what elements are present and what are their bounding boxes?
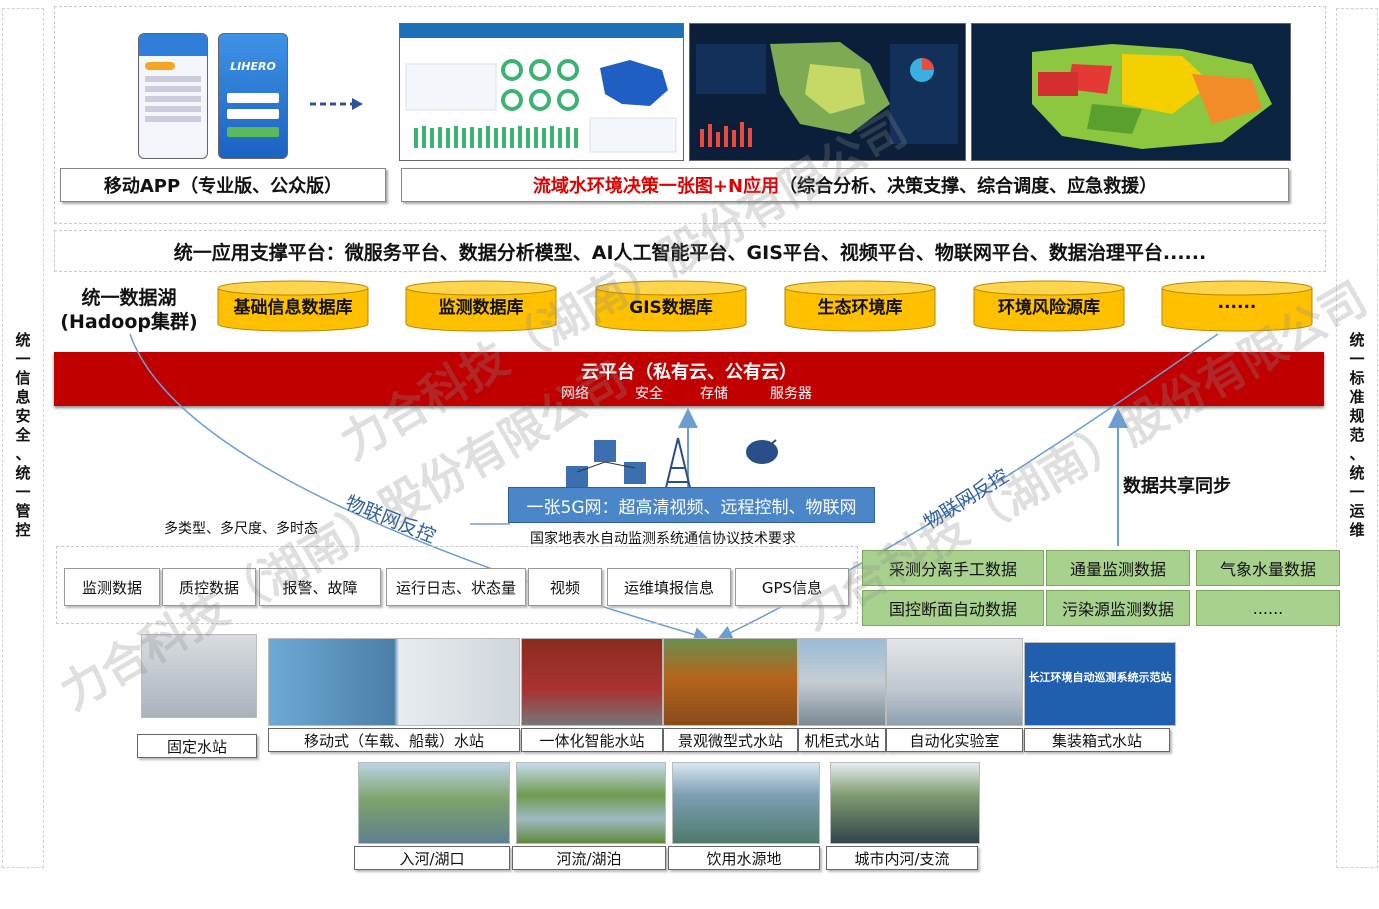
cloud-title: 云平台（私有云、公有云） [581,362,797,383]
photo-container-station: 长江环境自动巡测系统示范站 [1024,642,1176,726]
photo-landscape-station [663,638,798,726]
database-risk-source: 环境风险源库 [973,280,1125,332]
station-label-cabinet: 机柜式水站 [798,728,886,752]
data-type-gps: GPS信息 [735,568,849,606]
data-type-video: 视频 [528,568,602,606]
iot-reverse-control-right: 物联网反控 [920,465,1013,535]
photo-river-inlet [358,762,510,844]
left-side-char: 安 [15,407,31,425]
cloud-item-server: 服务器 [770,386,812,402]
protocol-text: 国家地表水自动监测系统通信协议技术要求 [530,531,796,547]
left-side-char: 息 [15,388,31,406]
photo-cabinet-station [798,638,886,726]
iot-reverse-control-left: 物联网反控 [342,491,439,548]
container-station-text: 长江环境自动巡测系统示范站 [1028,671,1172,684]
green-data-pollution: 污染源监测数据 [1046,590,1190,626]
station-label-fixed: 固定水站 [137,734,257,758]
right-side-char: 规 [1349,407,1365,425]
green-data-weather: 气象水量数据 [1196,550,1340,586]
right-side-char: 准 [1349,388,1365,406]
decision-red-text: 流域水环境决策一张图+N应用 [532,176,780,197]
photo-city-river [830,762,980,844]
water-label-city: 城市内河/支流 [826,846,978,870]
green-data-more: ...... [1196,590,1340,626]
left-side-char: 统 [15,331,31,349]
phone-brand: LIHERO [230,60,276,73]
satellite-dish-icon [746,439,778,464]
left-side-char: 管 [15,502,31,520]
data-share-sync-text: 数据共享同步 [1123,476,1231,497]
database-more: ...... [1161,280,1313,332]
left-side-char: 信 [15,369,31,387]
green-data-flux: 通量监测数据 [1046,550,1190,586]
phone-screenshot-1 [138,33,208,159]
database-gis: GIS数据库 [595,280,747,332]
photo-mobile-station [268,638,520,726]
station-label-container: 集装箱式水站 [1024,728,1170,752]
cloud-item-network: 网络 [561,386,589,402]
photo-fixed-station [141,634,257,718]
right-side-char: 一 [1349,350,1365,368]
left-side-bar: 统一信息安全、统一管控 [2,8,44,868]
data-type-maintenance: 运维填报信息 [607,568,731,606]
water-label-inlet: 入河/湖口 [354,846,510,870]
water-label-drinking: 饮用水源地 [668,846,820,870]
station-label-integrated: 一体化智能水站 [521,728,663,752]
phone-screenshot-2: LIHERO [218,33,288,159]
left-side-char: 一 [15,483,31,501]
station-label-auto-lab: 自动化实验室 [886,728,1023,752]
mobile-app-label: 移动APP（专业版、公众版） [60,168,386,202]
database-ecology: 生态环境库 [784,280,936,332]
right-side-char: 统 [1349,331,1365,349]
dashboard-screenshot-1 [399,23,684,161]
station-label-landscape: 景观微型式水站 [663,728,798,752]
cloud-item-storage: 存储 [700,386,728,402]
data-type-log: 运行日志、状态量 [386,568,526,606]
cloud-platform-bar: 云平台（私有云、公有云） 网络 安全 存储 服务器 [54,352,1324,406]
right-side-bar: 统一标准规范、统一运维 [1336,8,1378,868]
data-type-alarm: 报警、故障 [259,568,381,606]
data-type-monitoring: 监测数据 [64,568,160,606]
photo-integrated-station [521,638,663,726]
right-side-char: 运 [1349,502,1365,520]
decision-map-label: 流域水环境决策一张图+N应用 （综合分析、决策支撑、综合调度、应急救援） [401,168,1289,202]
database-basic-info: 基础信息数据库 [217,280,369,332]
station-label-mobile: 移动式（车载、船载）水站 [268,728,520,752]
right-side-text: 统一标准规范、统一运维 [1337,331,1377,540]
left-side-char: 全 [15,426,31,444]
dashboard-screenshot-3 [971,23,1291,161]
green-data-national: 国控断面自动数据 [862,590,1044,626]
right-side-char: 统 [1349,464,1365,482]
photo-drinking-source [672,762,820,844]
fiveg-network-bar: 一张5G网：超高清视频、远程控制、物联网 [508,487,875,523]
right-side-char: 维 [1349,521,1365,539]
decision-black-text: （综合分析、决策支撑、综合调度、应急救援） [779,176,1158,197]
left-side-char: 控 [15,521,31,539]
dashed-arrow-icon [310,98,363,110]
photo-auto-lab [886,638,1023,726]
right-side-char: 、 [1349,445,1365,463]
left-side-text: 统一信息安全、统一管控 [3,331,43,540]
database-monitoring: 监测数据库 [405,280,557,332]
cloud-item-security: 安全 [635,386,663,402]
left-side-char: 统 [15,464,31,482]
data-lake-label: 统一数据湖 (Hadoop集群) [60,287,198,333]
multi-type-text: 多类型、多尺度、多时态 [164,521,318,537]
right-side-char: 范 [1349,426,1365,444]
right-side-char: 一 [1349,483,1365,501]
water-label-river: 河流/湖泊 [512,846,666,870]
right-side-char: 标 [1349,369,1365,387]
support-platform: 统一应用支撑平台：微服务平台、数据分析模型、AI人工智能平台、GIS平台、视频平… [54,230,1326,272]
left-side-char: 、 [15,445,31,463]
photo-river-lake [516,762,666,844]
dashboard-screenshot-2 [689,23,966,161]
green-data-manual: 采测分离手工数据 [862,550,1044,586]
data-type-qc: 质控数据 [162,568,256,606]
left-side-char: 一 [15,350,31,368]
